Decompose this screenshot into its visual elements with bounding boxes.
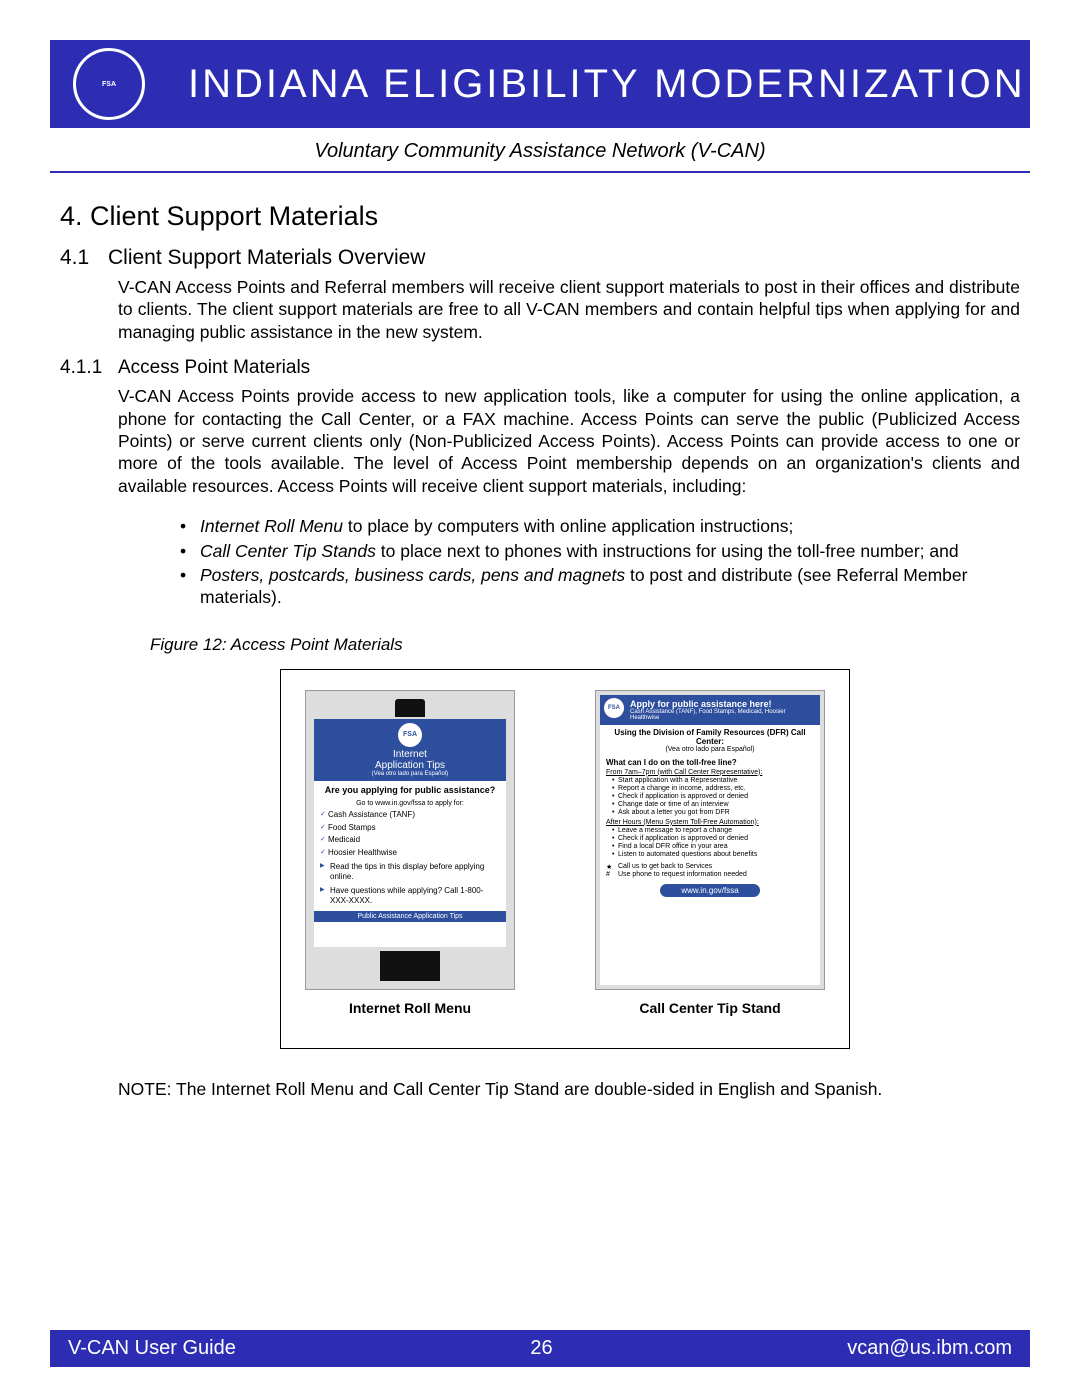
card-tip: Have questions while applying? Call 1-80… xyxy=(320,886,500,907)
card-item: Medicaid xyxy=(320,835,500,845)
subsubsection-heading: 4.1.1Access Point Materials xyxy=(60,357,1020,379)
subsection-title: Client Support Materials Overview xyxy=(108,246,425,269)
card2-title-text: Apply for public assistance here! xyxy=(630,699,816,709)
footer-left: V-CAN User Guide xyxy=(68,1337,236,1360)
subsection-body: V-CAN Access Points and Referral members… xyxy=(118,276,1020,343)
card2-lead: From 7am–7pm (with Call Center Represent… xyxy=(600,769,820,776)
page-subtitle: Voluntary Community Assistance Network (… xyxy=(50,128,1030,173)
photo-caption: Internet Roll Menu xyxy=(349,1000,471,1016)
card2-lead2: After Hours (Menu System Toll-Free Autom… xyxy=(600,819,820,826)
card2-question: What can I do on the toll-free line? xyxy=(600,756,820,769)
card2-sub-small: (Vea otro lado para Español) xyxy=(603,746,817,753)
bullet-list: Internet Roll Menu to place by computers… xyxy=(180,515,1020,609)
subsection-number: 4.1 xyxy=(60,246,108,270)
card2-item: Leave a message to report a change xyxy=(612,827,814,834)
card-header-line1: Internet xyxy=(316,749,504,760)
section-heading: 4. Client Support Materials xyxy=(60,201,1020,232)
subsubsection-number: 4.1.1 xyxy=(60,357,118,379)
bullet-lead: Call Center Tip Stands xyxy=(200,541,376,561)
card2-item: Check if application is approved or deni… xyxy=(612,793,814,800)
figure-photo-2: FSA Apply for public assistance here! Ca… xyxy=(595,690,825,1038)
card-footer: Public Assistance Application Tips xyxy=(314,911,506,922)
card-goto: Go to www.in.gov/fssa to apply for: xyxy=(320,799,500,808)
card2-list: Leave a message to report a change Check… xyxy=(600,826,820,861)
card-question: Are you applying for public assistance? xyxy=(320,785,500,797)
card2-sub: Using the Division of Family Resources (… xyxy=(614,728,805,746)
bullet-rest: to place by computers with online applic… xyxy=(343,516,793,536)
card2-link: www.in.gov/fssa xyxy=(660,884,760,897)
bullet-rest: to place next to phones with instruction… xyxy=(376,541,959,561)
card2-item: Ask about a letter you got from DFR xyxy=(612,809,814,816)
card-item: Food Stamps xyxy=(320,823,500,833)
card2-item: Find a local DFR office in your area xyxy=(612,843,814,850)
subsection-heading: 4.1Client Support Materials Overview xyxy=(60,246,1020,270)
card2-item: Check if application is approved or deni… xyxy=(612,835,814,842)
subsubsection-body: V-CAN Access Points provide access to ne… xyxy=(118,385,1020,497)
page-footer: V-CAN User Guide 26 vcan@us.ibm.com xyxy=(50,1330,1030,1367)
seal-center-label: FSA xyxy=(102,81,116,88)
card2-list: Start application with a Representative … xyxy=(600,776,820,819)
page-title: INDIANA ELIGIBILITY MODERNIZATION xyxy=(188,62,1026,107)
card-header-line2: Application Tips xyxy=(316,760,504,771)
footer-page-number: 26 xyxy=(530,1337,552,1360)
card-item: Cash Assistance (TANF) xyxy=(320,810,500,820)
figure-box: FSA Internet Application Tips (Vea otro … xyxy=(280,669,850,1049)
bullet-lead: Posters, postcards, business cards, pens… xyxy=(200,565,625,585)
agency-seal-icon: FSA xyxy=(70,45,148,123)
list-item: Internet Roll Menu to place by computers… xyxy=(180,515,1020,537)
card-header-sub: (Vea otro lado para Español) xyxy=(316,771,504,777)
bullet-lead: Internet Roll Menu xyxy=(200,516,343,536)
seal-icon: FSA xyxy=(398,723,422,747)
card-item: Hoosier Healthwise xyxy=(320,848,500,858)
list-item: Posters, postcards, business cards, pens… xyxy=(180,564,1020,609)
footer-email: vcan@us.ibm.com xyxy=(847,1337,1012,1360)
subsubsection-title: Access Point Materials xyxy=(118,357,310,378)
list-item: Call Center Tip Stands to place next to … xyxy=(180,540,1020,562)
card2-note: Call us to get back to Services xyxy=(618,863,712,870)
header-bar: FSA INDIANA ELIGIBILITY MODERNIZATION xyxy=(50,40,1030,128)
figure-caption: Figure 12: Access Point Materials xyxy=(150,635,1020,655)
card2-item: Report a change in income, address, etc. xyxy=(612,785,814,792)
card2-item: Change date or time of an interview xyxy=(612,801,814,808)
note-text: NOTE: The Internet Roll Menu and Call Ce… xyxy=(118,1079,1020,1100)
seal-icon: FSA xyxy=(604,698,624,718)
card2-item: Start application with a Representative xyxy=(612,777,814,784)
card2-note: Use phone to request information needed xyxy=(618,871,747,878)
card2-item: Listen to automated questions about bene… xyxy=(612,851,814,858)
photo-caption: Call Center Tip Stand xyxy=(639,1000,780,1016)
card2-title-sub: Cash Assistance (TANF), Food Stamps, Med… xyxy=(630,709,816,721)
figure-photo-1: FSA Internet Application Tips (Vea otro … xyxy=(305,690,515,1038)
card-tip: Read the tips in this display before app… xyxy=(320,862,500,883)
